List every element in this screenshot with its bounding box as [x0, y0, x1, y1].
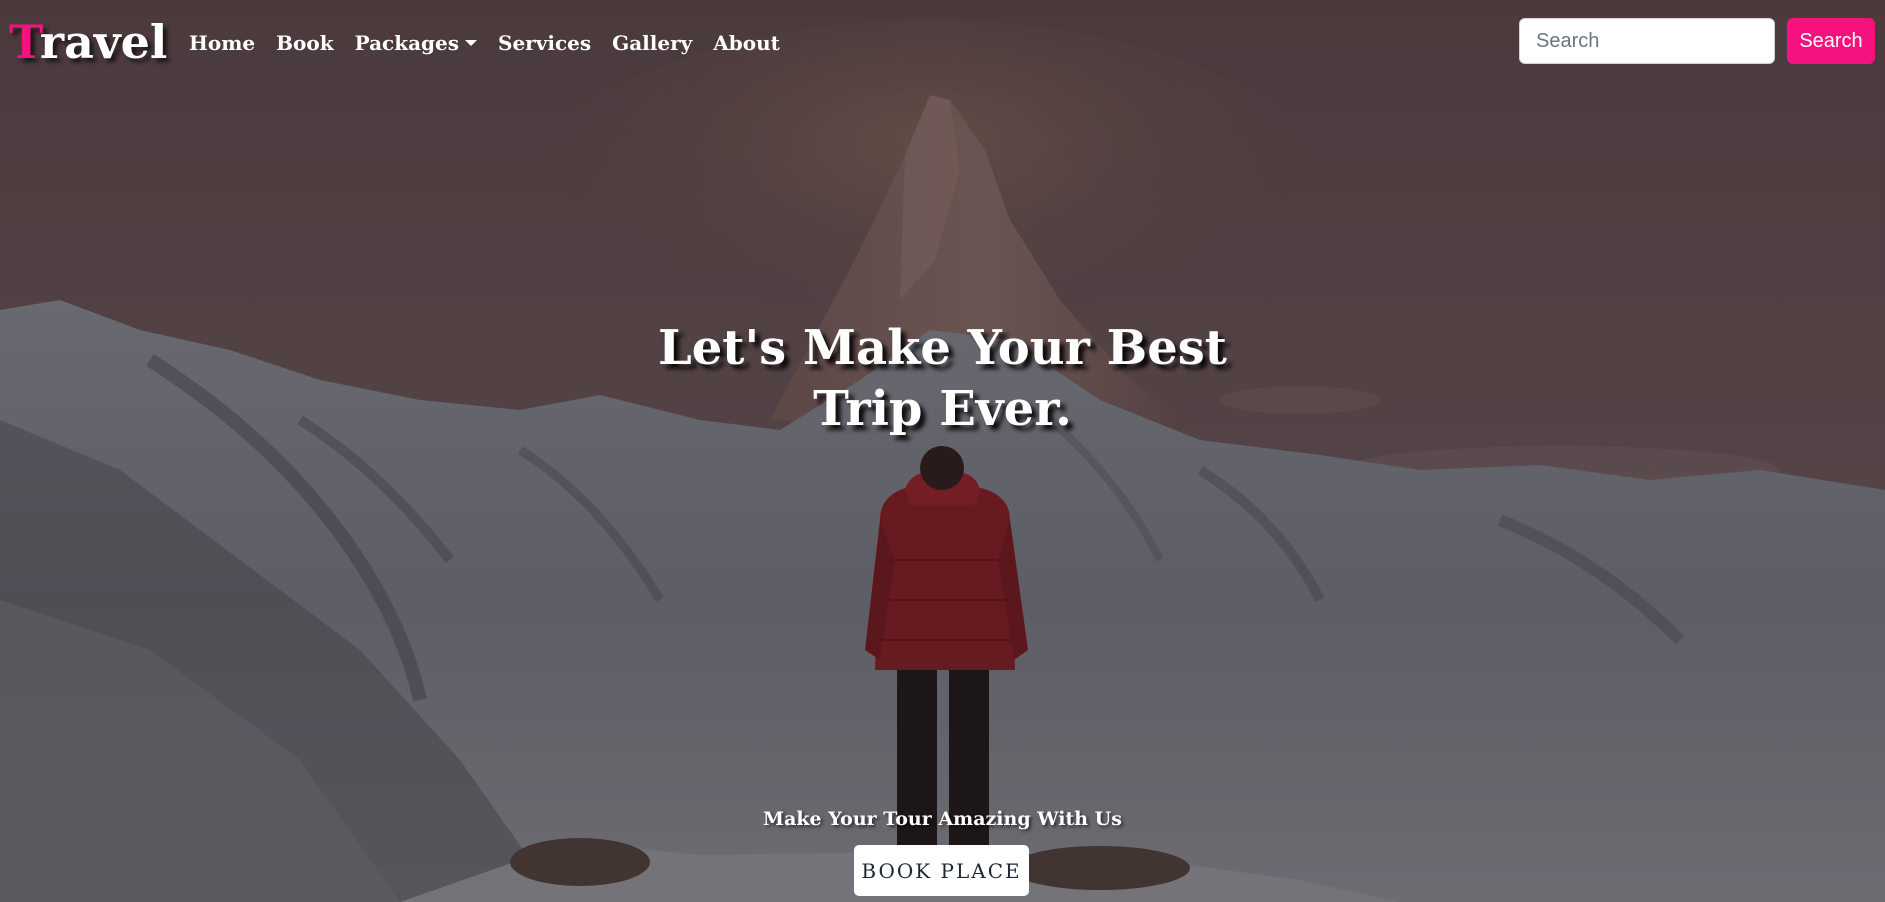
- nav-link-book[interactable]: Book: [276, 28, 333, 58]
- brand-first-letter: T: [9, 15, 40, 69]
- hero-background-image: [0, 0, 1885, 902]
- search-button[interactable]: Search: [1787, 18, 1875, 64]
- brand-logo[interactable]: Travel: [9, 12, 167, 72]
- nav-link-packages-label: Packages: [354, 31, 460, 55]
- hero-headline: Let's Make Your Best Trip Ever.: [0, 318, 1885, 440]
- nav-link-gallery[interactable]: Gallery: [612, 28, 692, 58]
- hero-tagline: Make Your Tour Amazing With Us: [763, 808, 1122, 830]
- book-place-button[interactable]: BOOK PLACE: [854, 845, 1029, 896]
- nav-link-services[interactable]: Services: [498, 28, 591, 58]
- hero-section: Travel Home Book Packages Services Galle…: [0, 0, 1885, 902]
- nav-link-about[interactable]: About: [713, 28, 780, 58]
- nav-link-packages[interactable]: Packages: [354, 28, 478, 58]
- search-input[interactable]: [1519, 18, 1775, 64]
- brand-name: ravel: [39, 15, 168, 69]
- hero-headline-line-1: Let's Make Your Best: [658, 320, 1227, 376]
- navbar: Travel Home Book Packages Services Galle…: [0, 0, 1885, 86]
- nav-link-home[interactable]: Home: [189, 28, 255, 58]
- nav-links: Home Book Packages Services Gallery Abou…: [189, 28, 801, 58]
- caret-down-icon: [465, 40, 478, 46]
- hero-headline-line-2: Trip Ever.: [813, 381, 1072, 437]
